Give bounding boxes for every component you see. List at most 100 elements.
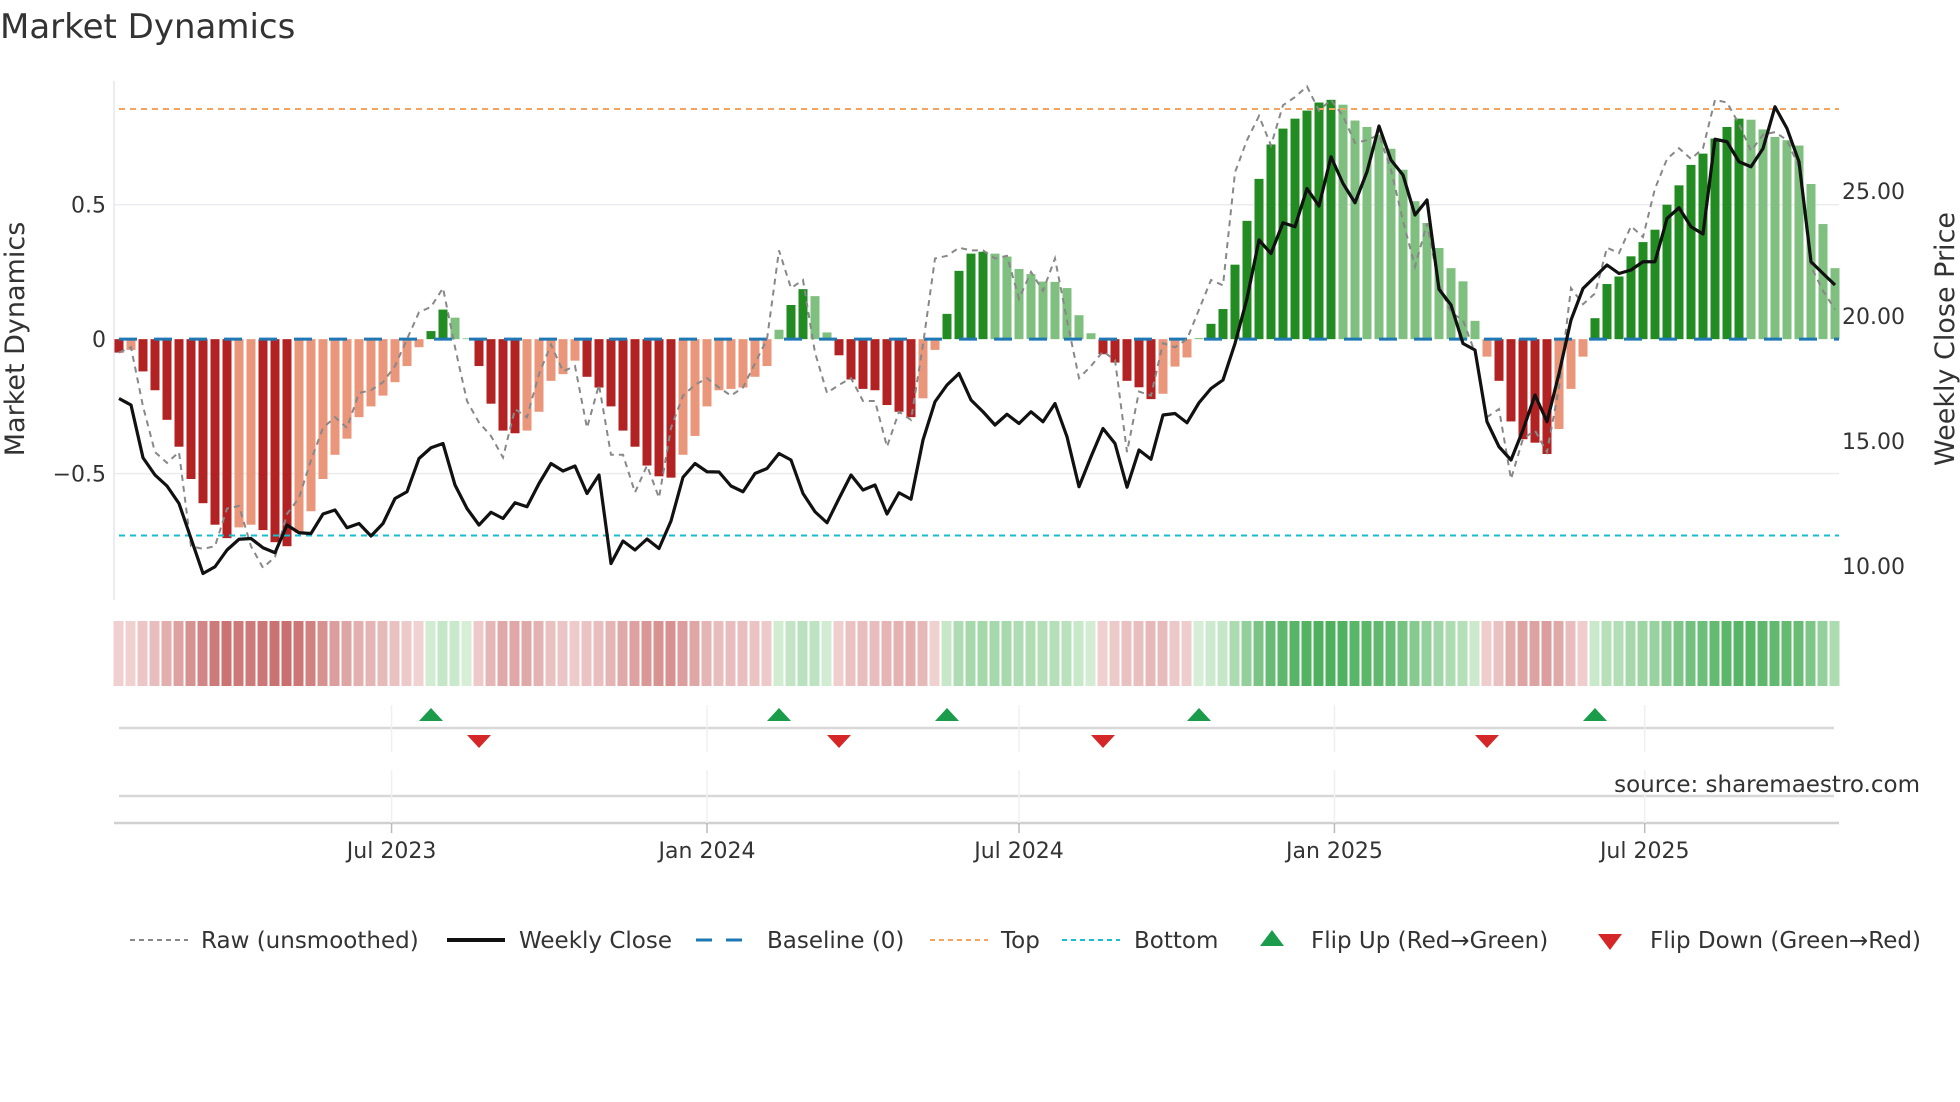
- momentum-bar: [1206, 323, 1216, 340]
- legend-flip-down-label: Flip Down (Green→Red): [1650, 928, 1921, 954]
- momentum-bar: [846, 339, 856, 380]
- momentum-bar: [642, 339, 652, 466]
- heatmap-cell: [1649, 621, 1660, 686]
- heatmap-cell: [1169, 621, 1180, 686]
- heatmap-cell: [857, 621, 868, 686]
- heatmap-cell: [1085, 621, 1096, 686]
- momentum-bar: [270, 339, 280, 543]
- heatmap-cell: [1577, 621, 1588, 686]
- momentum-bar: [246, 339, 256, 525]
- flip-down-marker: [1475, 735, 1499, 748]
- momentum-bar: [618, 339, 628, 431]
- momentum-bar: [1170, 339, 1180, 367]
- flip-down-marker: [827, 735, 851, 748]
- heatmap-cell: [677, 621, 688, 686]
- heatmap-cell: [473, 621, 484, 686]
- raw-line: [118, 84, 1836, 570]
- momentum-bar: [1578, 339, 1588, 357]
- heatmap-cell: [1625, 621, 1636, 686]
- heatmap-cell: [833, 621, 844, 686]
- momentum-bar: [666, 339, 676, 478]
- momentum-bar: [354, 339, 364, 418]
- heatmap-cell: [497, 621, 508, 686]
- legend-bottom-label: Bottom: [1134, 928, 1218, 954]
- momentum-bar: [1782, 140, 1792, 340]
- momentum-bar: [1422, 222, 1432, 340]
- momentum-bar: [714, 339, 724, 391]
- heatmap-cell: [293, 621, 304, 686]
- heatmap-cell: [173, 621, 184, 686]
- heatmap-cell: [917, 621, 928, 686]
- heatmap-cell: [1829, 621, 1840, 686]
- heatmap-cell: [257, 621, 268, 686]
- heatmap-cell: [749, 621, 760, 686]
- heatmap-cell: [161, 621, 172, 686]
- momentum-bar: [1014, 268, 1024, 340]
- y2-tick-label: 20.00: [1842, 305, 1905, 330]
- momentum-bar: [1086, 333, 1096, 340]
- momentum-bar: [1506, 339, 1516, 422]
- momentum-bar: [210, 339, 220, 525]
- momentum-bar: [1002, 256, 1012, 340]
- heatmap-cell: [953, 621, 964, 686]
- heatmap-cell: [1205, 621, 1216, 686]
- momentum-bar: [1398, 169, 1408, 340]
- momentum-bar: [1566, 339, 1576, 389]
- momentum-bar: [1698, 153, 1708, 340]
- heatmap-cell: [1397, 621, 1408, 686]
- heatmap-cell: [617, 621, 628, 686]
- momentum-bar: [978, 251, 988, 340]
- heatmap-cell: [509, 621, 520, 686]
- heatmap-cell: [665, 621, 676, 686]
- heatmap-cell: [533, 621, 544, 686]
- heatmap-cell: [1613, 621, 1624, 686]
- momentum-bar: [1026, 274, 1036, 340]
- heatmap-cell: [1529, 621, 1540, 686]
- momentum-bar: [726, 339, 736, 389]
- momentum-bar: [1110, 339, 1120, 363]
- momentum-bar: [966, 253, 976, 340]
- heatmap-cell: [221, 621, 232, 686]
- momentum-bar: [498, 339, 508, 431]
- heatmap-cell: [1673, 621, 1684, 686]
- heatmap-cell: [869, 621, 880, 686]
- heatmap-cell: [905, 621, 916, 686]
- heatmap-cell: [1637, 621, 1648, 686]
- momentum-bar: [1314, 102, 1324, 340]
- momentum-bar: [342, 339, 352, 439]
- heatmap-cell: [977, 621, 988, 686]
- legend-raw-label: Raw (unsmoothed): [201, 928, 419, 954]
- heatmap-cell: [785, 621, 796, 686]
- heatmap-cell: [353, 621, 364, 686]
- y2-tick-label: 15.00: [1842, 430, 1905, 455]
- heatmap-cell: [1709, 621, 1720, 686]
- momentum-bar: [318, 339, 328, 479]
- x-tick-label: Jan 2025: [1284, 839, 1383, 864]
- heatmap-cell: [1685, 621, 1696, 686]
- momentum-bar: [330, 339, 340, 455]
- heatmap-cell: [761, 621, 772, 686]
- momentum-bar: [1290, 118, 1300, 340]
- heatmap-cell: [209, 621, 220, 686]
- momentum-bar: [1494, 339, 1504, 381]
- y-tick-label: 0: [92, 328, 106, 353]
- heatmap-cell: [1445, 621, 1456, 686]
- heatmap-cell: [233, 621, 244, 686]
- heatmap-cell: [425, 621, 436, 686]
- heatmap-cell: [1073, 621, 1084, 686]
- heatmap-cell: [809, 621, 820, 686]
- momentum-bar: [1134, 339, 1144, 388]
- heatmap-cell: [1805, 621, 1816, 686]
- momentum-bar: [1770, 136, 1780, 340]
- momentum-bar: [1542, 339, 1552, 454]
- heatmap-cell: [521, 621, 532, 686]
- heatmap-cell: [1229, 621, 1240, 686]
- heatmap-cell: [377, 621, 388, 686]
- heatmap-cell: [797, 621, 808, 686]
- heatmap-cell: [1421, 621, 1432, 686]
- momentum-bar: [474, 339, 484, 367]
- momentum-bar: [294, 339, 304, 533]
- market-dynamics-chart: Market Dynamics 0.5 0 −0.5 25.00 20.00 15.00…: [0, 7, 1960, 954]
- heatmap-cell: [1301, 621, 1312, 686]
- momentum-bar: [510, 339, 520, 434]
